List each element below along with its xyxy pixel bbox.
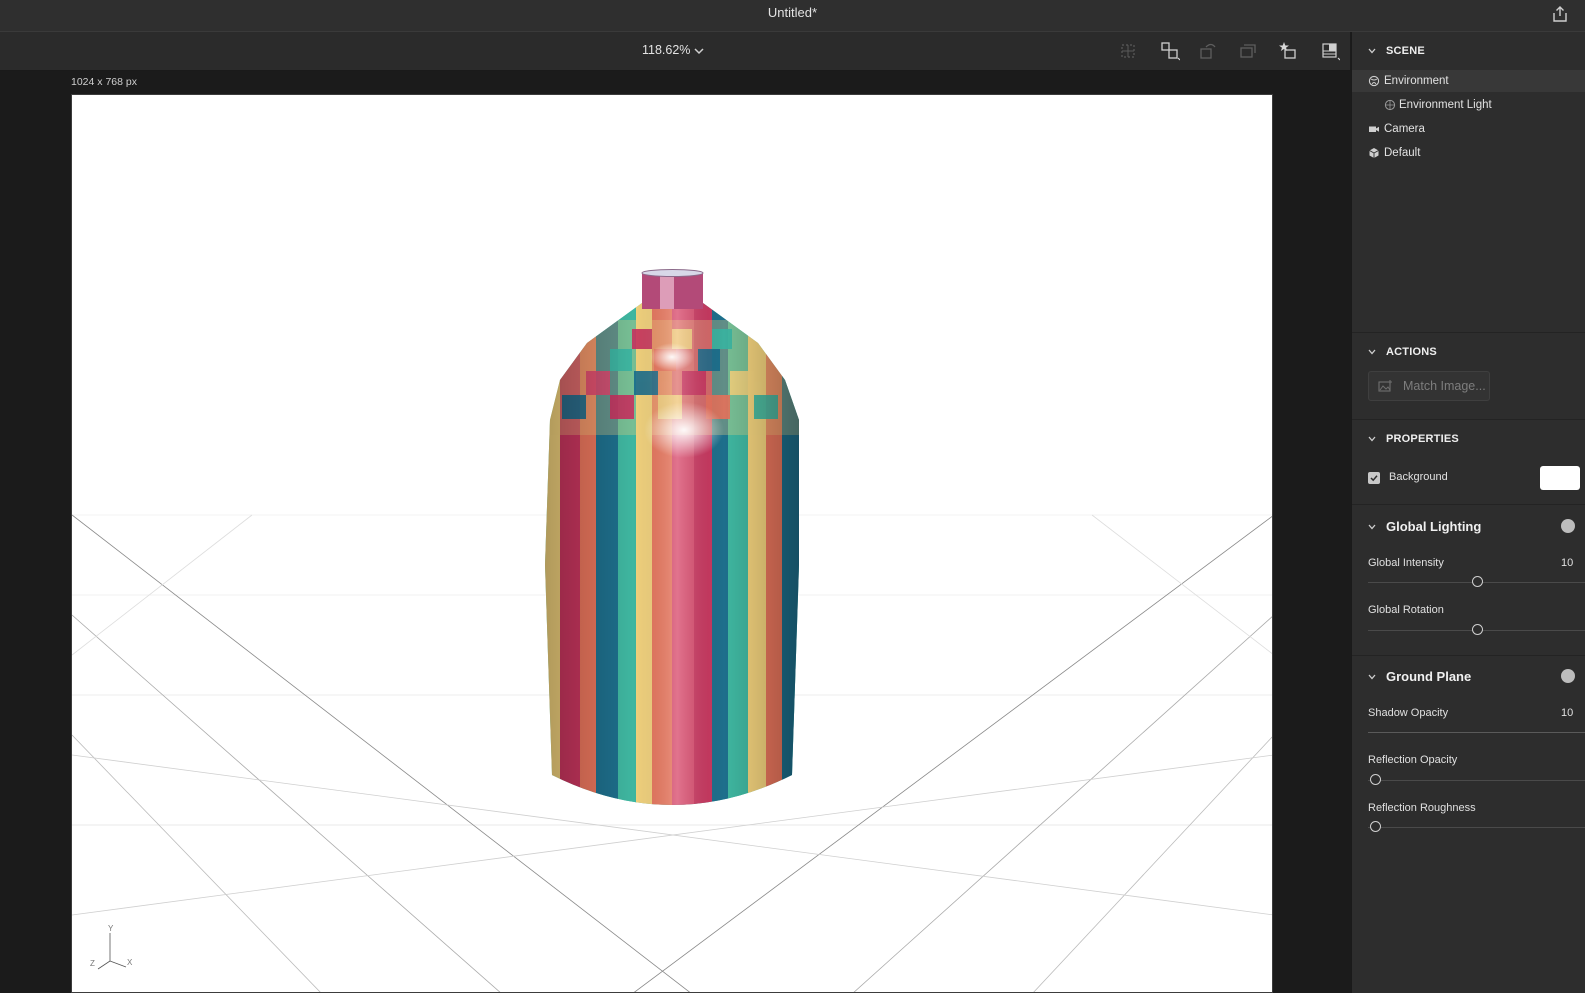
- image-icon: [1378, 380, 1392, 392]
- viewport-toolbar: 118.62%: [0, 32, 1350, 71]
- canvas-size-label: 1024 x 768 px: [71, 76, 137, 88]
- pan-icon[interactable]: [1238, 41, 1258, 61]
- ground-plane-toggle[interactable]: [1561, 669, 1575, 683]
- scene-item-environment-light[interactable]: Environment Light: [1384, 94, 1584, 116]
- section-divider: [1352, 504, 1585, 505]
- render-preview-icon[interactable]: [1320, 41, 1340, 61]
- light-place-icon[interactable]: [1278, 41, 1298, 61]
- axis-y-label: Y: [108, 924, 114, 933]
- orbit-icon[interactable]: [1198, 41, 1218, 61]
- scene-item-default[interactable]: Default: [1368, 142, 1578, 164]
- scene-item-camera[interactable]: Camera: [1368, 118, 1578, 140]
- check-icon: [1370, 475, 1378, 482]
- chevron-down-icon[interactable]: [1368, 436, 1376, 442]
- reflection-opacity-track[interactable]: [1368, 780, 1585, 781]
- global-lighting-header[interactable]: Global Lighting: [1368, 519, 1481, 534]
- share-icon[interactable]: [1551, 5, 1569, 23]
- chevron-down-icon[interactable]: [1368, 48, 1376, 54]
- axis-z-label: Z: [90, 959, 95, 968]
- global-intensity-thumb[interactable]: [1472, 576, 1483, 587]
- properties-section-header[interactable]: PROPERTIES: [1368, 433, 1459, 445]
- reflection-roughness-label: Reflection Roughness: [1368, 802, 1476, 814]
- cube-icon: [1369, 148, 1379, 158]
- shadow-opacity-track[interactable]: [1368, 732, 1585, 733]
- scene-render[interactable]: Y Z X: [72, 95, 1273, 993]
- background-label: Background: [1389, 471, 1448, 483]
- actions-section-header[interactable]: ACTIONS: [1368, 346, 1437, 358]
- shadow-opacity-label: Shadow Opacity: [1368, 707, 1449, 719]
- ground-plane-header[interactable]: Ground Plane: [1368, 669, 1471, 684]
- scene-item-environment[interactable]: Environment: [1368, 70, 1578, 92]
- properties-panel: SCENE Environment Environment Light Came…: [1351, 32, 1585, 993]
- global-rotation-thumb[interactable]: [1472, 624, 1483, 635]
- 3d-viewport[interactable]: Y Z X: [71, 94, 1273, 993]
- chevron-down-icon[interactable]: [693, 46, 705, 56]
- global-intensity-value[interactable]: 10: [1561, 557, 1573, 569]
- light-globe-icon: [1384, 99, 1396, 111]
- section-divider: [1352, 419, 1585, 420]
- title-bar: Untitled*: [0, 0, 1585, 32]
- canvas-area: 1024 x 768 px Y Z X: [0, 71, 1350, 993]
- frame-select-icon[interactable]: [1118, 41, 1138, 61]
- global-intensity-label: Global Intensity: [1368, 557, 1444, 569]
- shadow-opacity-value[interactable]: 10: [1561, 707, 1573, 719]
- reflection-roughness-thumb[interactable]: [1370, 821, 1381, 832]
- reflection-opacity-label: Reflection Opacity: [1368, 754, 1458, 766]
- chevron-down-icon[interactable]: [1368, 349, 1376, 355]
- chevron-down-icon[interactable]: [1368, 674, 1376, 680]
- reflection-opacity-thumb[interactable]: [1370, 774, 1381, 785]
- section-divider: [1352, 332, 1585, 333]
- bottle-model: [545, 303, 799, 805]
- global-lighting-toggle[interactable]: [1561, 519, 1575, 533]
- global-rotation-label: Global Rotation: [1368, 604, 1444, 616]
- zoom-level[interactable]: 118.62%: [642, 43, 690, 57]
- match-image-button[interactable]: Match Image...: [1368, 371, 1490, 401]
- chevron-down-icon[interactable]: [1368, 524, 1376, 530]
- background-color-swatch[interactable]: [1540, 466, 1580, 490]
- globe-icon: [1368, 75, 1380, 87]
- axis-x-label: X: [127, 958, 133, 967]
- select-move-icon[interactable]: [1160, 41, 1180, 61]
- camera-icon: [1369, 126, 1379, 132]
- document-title: Untitled*: [767, 5, 818, 20]
- bottle-neck: [641, 269, 704, 309]
- scene-section-header[interactable]: SCENE: [1368, 45, 1425, 57]
- reflection-roughness-track[interactable]: [1368, 827, 1585, 828]
- axis-gizmo: [97, 933, 127, 970]
- background-checkbox[interactable]: [1368, 472, 1380, 484]
- section-divider: [1352, 655, 1585, 656]
